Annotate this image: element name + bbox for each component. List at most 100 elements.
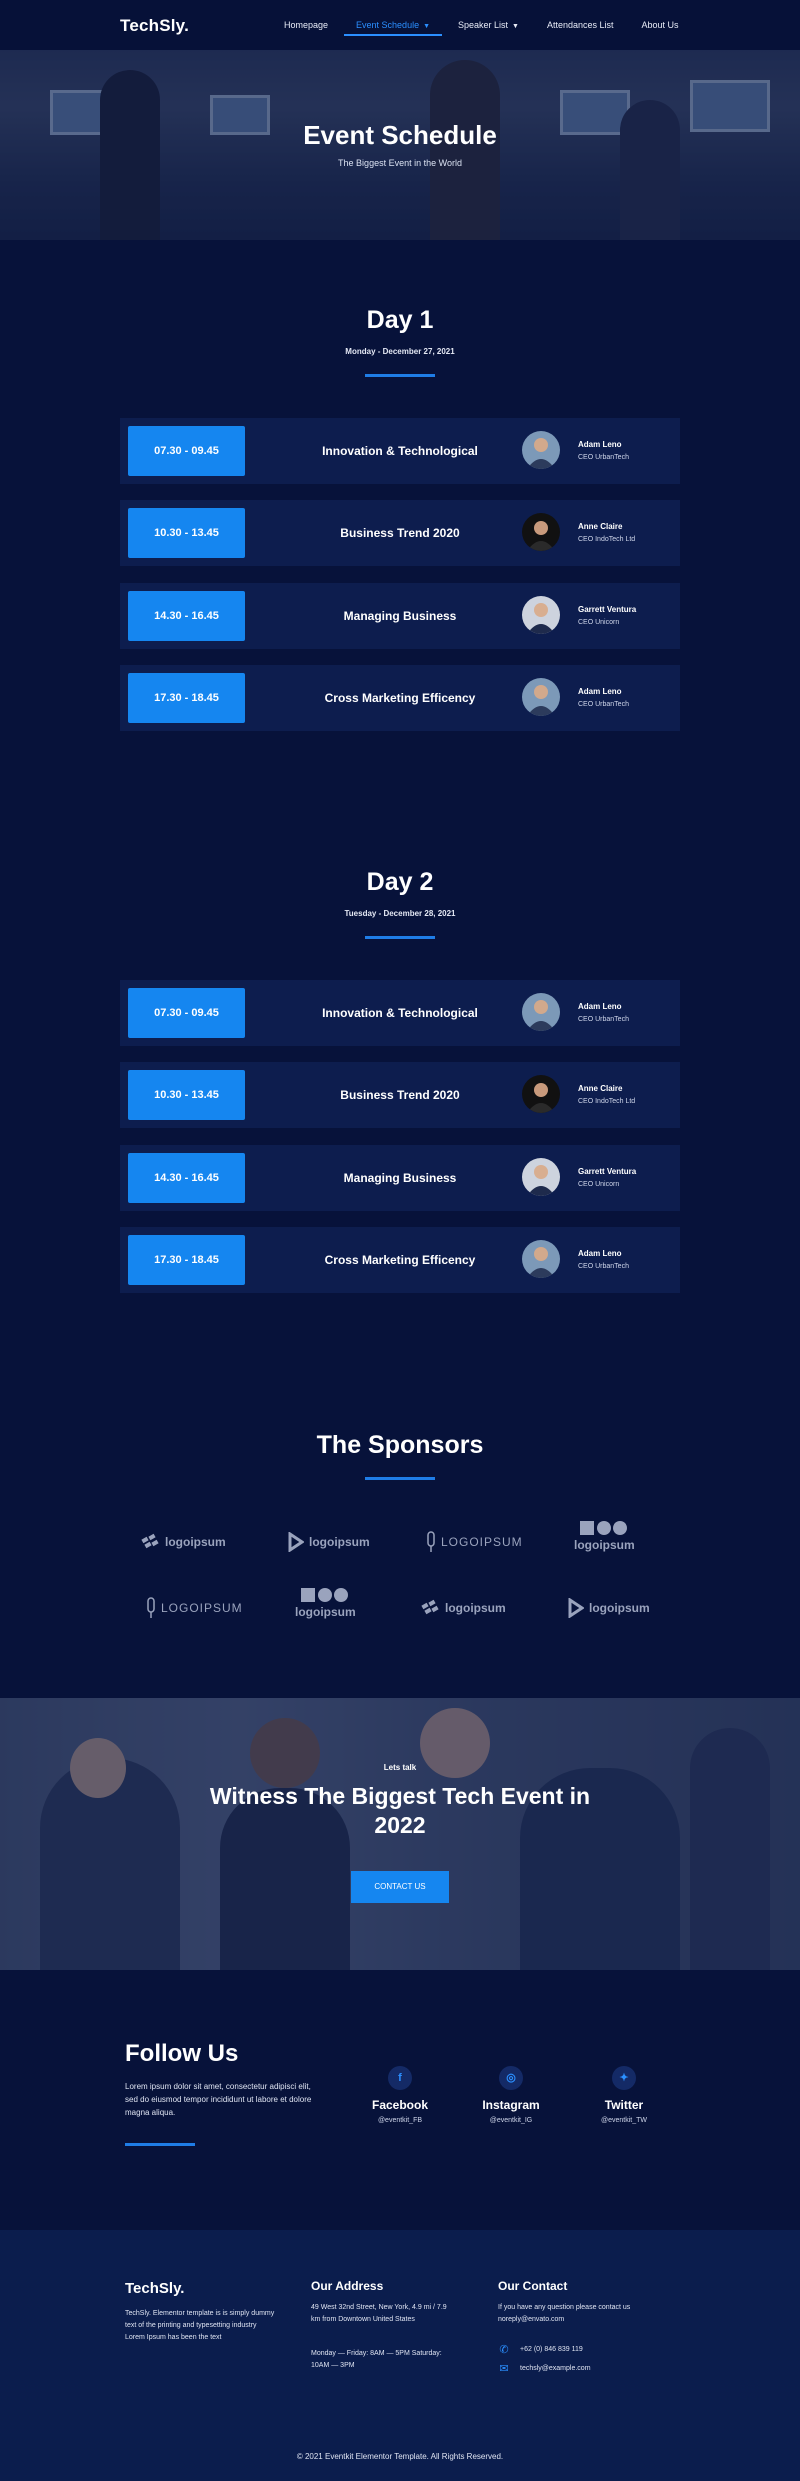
- session-time: 14.30 - 16.45: [128, 1153, 245, 1203]
- nav-item-event-schedule[interactable]: Event Schedule ▼: [342, 0, 444, 50]
- twitter-icon[interactable]: ✦: [612, 2066, 636, 2090]
- social-facebook[interactable]: f Facebook @eventkit_FB: [350, 2066, 450, 2124]
- sponsor-logo-icon: [288, 1532, 304, 1552]
- nav-item-speaker-list[interactable]: Speaker List ▼: [444, 0, 533, 50]
- footer-logo[interactable]: TechSly.: [125, 2280, 184, 2297]
- sponsor-logo-icon: [421, 1599, 439, 1615]
- speaker-role: CEO UrbanTech: [578, 454, 629, 461]
- title-divider: [365, 1477, 435, 1480]
- sponsor-logo[interactable]: logoipsum: [140, 1527, 226, 1557]
- page-subtitle: The Biggest Event in the World: [338, 158, 462, 168]
- nav-item-about-us[interactable]: About Us: [628, 0, 693, 50]
- social-twitter[interactable]: ✦ Twitter @eventkit_TW: [574, 2066, 674, 2124]
- sponsor-logo[interactable]: LOGOIPSUM: [426, 1527, 523, 1557]
- sponsor-logo[interactable]: logoipsum: [288, 1527, 370, 1557]
- sponsor-logo-text: logoipsum: [165, 1535, 226, 1549]
- schedule-row[interactable]: 14.30 - 16.45 Managing Business Garrett …: [120, 1145, 680, 1211]
- schedule-row[interactable]: 14.30 - 16.45 Managing Business Garrett …: [120, 583, 680, 649]
- session-title[interactable]: Business Trend 2020: [280, 500, 520, 566]
- day-date: Monday - December 27, 2021: [345, 347, 455, 356]
- follow-text: Lorem ipsum dolor sit amet, consectetur …: [125, 2082, 312, 2117]
- schedule-row[interactable]: 17.30 - 18.45 Cross Marketing Efficency …: [120, 665, 680, 731]
- schedule-row[interactable]: 07.30 - 09.45 Innovation & Technological…: [120, 980, 680, 1046]
- session-time: 14.30 - 16.45: [128, 591, 245, 641]
- speaker-avatar: [522, 1075, 560, 1113]
- session-title[interactable]: Innovation & Technological: [280, 418, 520, 484]
- phone-text: +62 (0) 846 839 119: [520, 2346, 583, 2353]
- speaker-role: CEO IndoTech Ltd: [578, 536, 636, 543]
- sponsors-title: The Sponsors: [316, 1431, 484, 1459]
- sponsor-logo-text: logoipsum: [445, 1601, 506, 1615]
- speaker-name: Garrett Ventura: [578, 1167, 637, 1176]
- nav-label: About Us: [641, 20, 679, 30]
- mail-icon: ✉: [499, 2363, 509, 2375]
- footer-address-title: Our Address: [311, 2279, 384, 2293]
- social-instagram[interactable]: ◎ Instagram @eventkit_IG: [461, 2066, 561, 2124]
- sponsor-logo-icon: [301, 1588, 349, 1602]
- schedule-row[interactable]: 17.30 - 18.45 Cross Marketing Efficency …: [120, 1227, 680, 1293]
- speaker-avatar: [522, 596, 560, 634]
- speaker-role: CEO UrbanTech: [578, 1016, 629, 1023]
- sponsor-logo[interactable]: LOGOIPSUM: [146, 1593, 243, 1623]
- footer-phone[interactable]: ✆ +62 (0) 846 839 119: [498, 2343, 583, 2356]
- sponsor-logo-icon: [147, 1597, 155, 1618]
- top-navbar: TechSly. Homepage Event Schedule ▼ Speake…: [0, 0, 800, 50]
- footer-contact-title: Our Contact: [498, 2279, 568, 2293]
- instagram-icon[interactable]: ◎: [499, 2066, 523, 2090]
- cta-kicker: Lets talk: [383, 1763, 417, 1772]
- social-handle: @eventkit_TW: [600, 2117, 647, 2124]
- sponsor-logo-icon: [580, 1521, 628, 1535]
- session-title[interactable]: Business Trend 2020: [280, 1062, 520, 1128]
- speaker-avatar: [522, 1158, 560, 1196]
- chevron-down-icon: ▼: [423, 23, 431, 30]
- follow-title: Follow Us: [125, 2040, 239, 2067]
- facebook-icon[interactable]: f: [388, 2066, 412, 2090]
- social-handle: @eventkit_FB: [377, 2117, 423, 2124]
- nav-item-attendances-list[interactable]: Attendances List: [533, 0, 628, 50]
- session-title[interactable]: Managing Business: [280, 1145, 520, 1211]
- sponsor-logo[interactable]: logoipsum: [574, 1520, 635, 1564]
- session-title[interactable]: Managing Business: [280, 583, 520, 649]
- speaker-avatar: [522, 993, 560, 1031]
- speaker-role: CEO Unicorn: [578, 619, 620, 626]
- cta-banner: Lets talk Witness The Biggest Tech Event…: [0, 1698, 800, 1970]
- sponsor-logo-icon: [427, 1531, 435, 1552]
- session-time: 10.30 - 13.45: [128, 508, 245, 558]
- session-time: 17.30 - 18.45: [128, 673, 245, 723]
- nav-label: Homepage: [284, 20, 329, 30]
- schedule-row[interactable]: 10.30 - 13.45 Business Trend 2020 Anne C…: [120, 1062, 680, 1128]
- footer-email[interactable]: ✉ techsly@example.com: [498, 2362, 590, 2375]
- site-logo[interactable]: TechSly.: [120, 16, 189, 36]
- copyright: © 2021 Eventkit Elementor Template. All …: [296, 2452, 504, 2461]
- session-time: 17.30 - 18.45: [128, 1235, 245, 1285]
- session-title[interactable]: Innovation & Technological: [280, 980, 520, 1046]
- speaker-role: CEO IndoTech Ltd: [578, 1098, 636, 1105]
- hero-banner: Event Schedule The Biggest Event in the …: [0, 50, 800, 240]
- speaker-name: Anne Claire: [578, 1084, 623, 1093]
- nav-label: Speaker List: [458, 20, 509, 30]
- contact-us-button[interactable]: CONTACT US: [351, 1871, 449, 1903]
- sponsor-logo-text: LOGOIPSUM: [161, 1601, 243, 1615]
- footer-about: TechSly. Elementor template is is simply…: [125, 2310, 275, 2341]
- social-handle: @eventkit_IG: [489, 2117, 533, 2124]
- schedule-row[interactable]: 07.30 - 09.45 Innovation & Technological…: [120, 418, 680, 484]
- session-title[interactable]: Cross Marketing Efficency: [280, 1227, 520, 1293]
- speaker-name: Adam Leno: [578, 1002, 622, 1011]
- schedule-row[interactable]: 10.30 - 13.45 Business Trend 2020 Anne C…: [120, 500, 680, 566]
- footer-contact-text: If you have any question please contact …: [498, 2304, 631, 2323]
- speaker-avatar: [522, 513, 560, 551]
- phone-icon: ✆: [499, 2344, 509, 2356]
- social-name: Instagram: [482, 2098, 540, 2112]
- day-title: Day 1: [366, 306, 434, 334]
- sponsor-logo[interactable]: logoipsum: [295, 1587, 356, 1631]
- sponsor-logo[interactable]: logoipsum: [420, 1593, 506, 1623]
- speaker-name: Anne Claire: [578, 522, 623, 531]
- session-title[interactable]: Cross Marketing Efficency: [280, 665, 520, 731]
- speaker-role: CEO Unicorn: [578, 1181, 620, 1188]
- speaker-name: Adam Leno: [578, 440, 622, 449]
- nav-item-homepage[interactable]: Homepage: [270, 0, 342, 50]
- title-divider: [365, 374, 435, 377]
- session-time: 07.30 - 09.45: [128, 426, 245, 476]
- sponsor-logo[interactable]: logoipsum: [568, 1593, 650, 1623]
- footer-hours: Monday — Friday: 8AM — 5PM Saturday: 10A…: [311, 2350, 442, 2369]
